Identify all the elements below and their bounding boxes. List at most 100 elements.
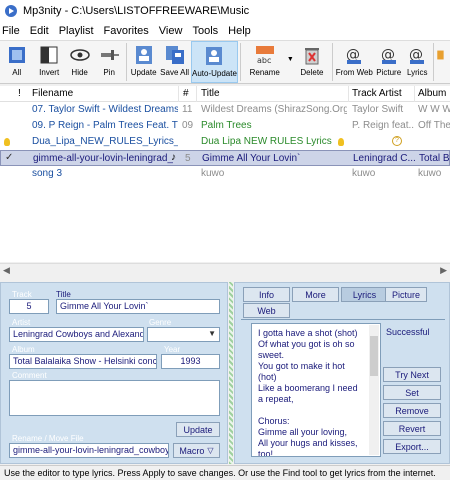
overflow-icon	[437, 50, 444, 60]
artist-field[interactable]: Leningrad Cowboys and Alexand	[9, 327, 144, 342]
lyrics-scrollbar-thumb[interactable]	[370, 336, 378, 376]
status-bar: Use the editor to type lyrics. Press App…	[0, 465, 450, 480]
album-field[interactable]: Total Balalaika Show - Helsinki conce	[9, 354, 157, 369]
check-icon: ✓	[5, 152, 14, 163]
cell-filename: 07. Taylor Swift - Wildest Dreams	[32, 104, 178, 115]
tab-lyrics[interactable]: Lyrics	[341, 287, 388, 302]
update-person-icon	[135, 46, 152, 64]
cell-filename: song 3	[32, 168, 63, 179]
comment-field[interactable]	[9, 380, 220, 416]
update-tag-button[interactable]: Update	[176, 422, 220, 437]
cell-album: kuwo	[418, 168, 442, 179]
year-field[interactable]: 1993	[161, 354, 220, 369]
window-title: Mp3nity - C:\Users\LISTOFFREEWARE\Music	[23, 5, 250, 17]
column-album[interactable]: Album	[418, 88, 446, 99]
column-divider[interactable]	[348, 86, 349, 102]
table-row[interactable]: song 3 kuwo kuwo kuwo	[0, 166, 450, 182]
column-number[interactable]: #	[183, 88, 189, 99]
track-field[interactable]: 5	[9, 299, 49, 314]
overflow-toolbar-button[interactable]	[436, 41, 450, 83]
cell-title: Wildest Dreams (ShirazSong.Org)	[201, 104, 347, 115]
cell-number: 11	[182, 104, 193, 115]
pin-button[interactable]: Pin	[94, 41, 124, 83]
table-row-selected[interactable]: ✓ gimme-all-your-lovin-leningrad_... ♪ 5…	[0, 150, 450, 166]
toolbar-separator	[331, 43, 333, 81]
from-web-button[interactable]: @ From Web	[335, 41, 374, 83]
panel-splitter[interactable]	[229, 282, 233, 464]
menu-tools[interactable]: Tools	[190, 25, 222, 37]
tab-divider	[241, 319, 445, 320]
genre-select[interactable]: ▼	[147, 327, 220, 342]
menu-edit[interactable]: Edit	[28, 25, 53, 37]
file-list: 07. Taylor Swift - Wildest Dreams 11 Wil…	[0, 102, 450, 262]
cell-filename: Dua_Lipa_NEW_RULES_Lyrics_	[32, 136, 178, 147]
tab-more[interactable]: More	[292, 287, 339, 302]
lightbulb-icon	[4, 138, 10, 146]
delete-button[interactable]: Delete	[294, 41, 329, 83]
menu-file[interactable]: File	[0, 25, 24, 37]
picture-button[interactable]: @ Picture	[374, 41, 404, 83]
cell-filename: gimme-all-your-lovin-leningrad_...	[33, 153, 173, 164]
remove-button[interactable]: Remove	[383, 403, 441, 418]
column-filename[interactable]: Filename	[32, 88, 73, 99]
track-label: Track	[12, 290, 32, 299]
invert-selection-button[interactable]: Invert	[33, 41, 64, 83]
rename-dropdown[interactable]: ▼	[286, 41, 294, 83]
title-field[interactable]: Gimme All Your Lovin`	[56, 299, 220, 314]
rename-move-label: Rename / Move File	[12, 434, 84, 443]
menu-view[interactable]: View	[157, 25, 187, 37]
menu-favorites[interactable]: Favorites	[102, 25, 153, 37]
cell-album: Off The	[418, 120, 450, 131]
column-track-artist[interactable]: Track Artist	[352, 88, 402, 99]
lyrics-at-icon: @	[409, 47, 425, 64]
music-note-icon: ♪	[171, 152, 176, 163]
column-divider[interactable]	[414, 86, 415, 102]
album-label: Album	[12, 345, 35, 354]
cell-title: Palm Trees	[201, 120, 252, 131]
table-row[interactable]: 09. P Reign - Palm Trees Feat. Trav... 0…	[0, 118, 450, 134]
eye-icon	[69, 49, 90, 61]
set-button[interactable]: Set	[383, 385, 441, 400]
table-row[interactable]: Dua_Lipa_NEW_RULES_Lyrics_ Dua Lipa NEW …	[0, 134, 450, 150]
rename-file-field[interactable]: gimme-all-your-lovin-leningrad_cowboy	[9, 443, 169, 458]
lyrics-button[interactable]: @ Lyrics	[403, 41, 431, 83]
auto-update-button[interactable]: Auto-Update	[190, 41, 239, 83]
menu-playlist[interactable]: Playlist	[57, 25, 98, 37]
trash-icon	[304, 48, 319, 65]
app-logo-icon	[5, 5, 17, 17]
horizontal-scrollbar[interactable]: ◀ ▶	[0, 263, 450, 277]
tag-editor-panel: Track Title 5 Gimme All Your Lovin` Arti…	[0, 282, 228, 464]
year-label: Year	[164, 345, 181, 354]
column-flag[interactable]: !	[18, 88, 21, 99]
toolbar-separator	[125, 43, 127, 81]
table-row[interactable]: 07. Taylor Swift - Wildest Dreams 11 Wil…	[0, 102, 450, 118]
rename-button[interactable]: abc Rename	[243, 41, 286, 83]
save-all-button[interactable]: Save All	[158, 41, 190, 83]
select-all-icon	[8, 47, 25, 63]
tab-web[interactable]: Web	[243, 303, 290, 318]
tab-info[interactable]: Info	[243, 287, 290, 302]
column-divider[interactable]	[178, 86, 179, 102]
lyrics-text-area[interactable]: I gotta have a shot (shot) Of what you g…	[251, 323, 381, 457]
column-divider[interactable]	[196, 86, 197, 102]
menu-help[interactable]: Help	[226, 25, 255, 37]
artist-label: Artist	[12, 318, 31, 327]
lyrics-status-text: Successful	[386, 327, 430, 337]
title-label: Title	[56, 290, 71, 299]
cell-title: Dua Lipa NEW RULES Lyrics	[201, 136, 332, 147]
cell-number: 5	[185, 153, 191, 164]
try-next-button[interactable]: Try Next	[383, 367, 441, 382]
select-all-button[interactable]: All	[0, 41, 33, 83]
hide-button[interactable]: Hide	[65, 41, 95, 83]
scroll-right-icon[interactable]: ▶	[440, 265, 447, 276]
file-list-header: ! Filename # Title Track Artist Album	[0, 86, 450, 102]
macro-button[interactable]: Macro ▽	[173, 443, 220, 458]
update-button[interactable]: Update	[129, 41, 159, 83]
scroll-left-icon[interactable]: ◀	[3, 265, 10, 276]
tab-picture[interactable]: Picture	[385, 287, 427, 302]
column-title[interactable]: Title	[201, 88, 220, 99]
cell-title: Gimme All Your Lovin`	[202, 153, 301, 164]
export-button[interactable]: Export...	[383, 439, 441, 454]
chevron-down-icon: ▼	[208, 329, 216, 338]
revert-button[interactable]: Revert	[383, 421, 441, 436]
